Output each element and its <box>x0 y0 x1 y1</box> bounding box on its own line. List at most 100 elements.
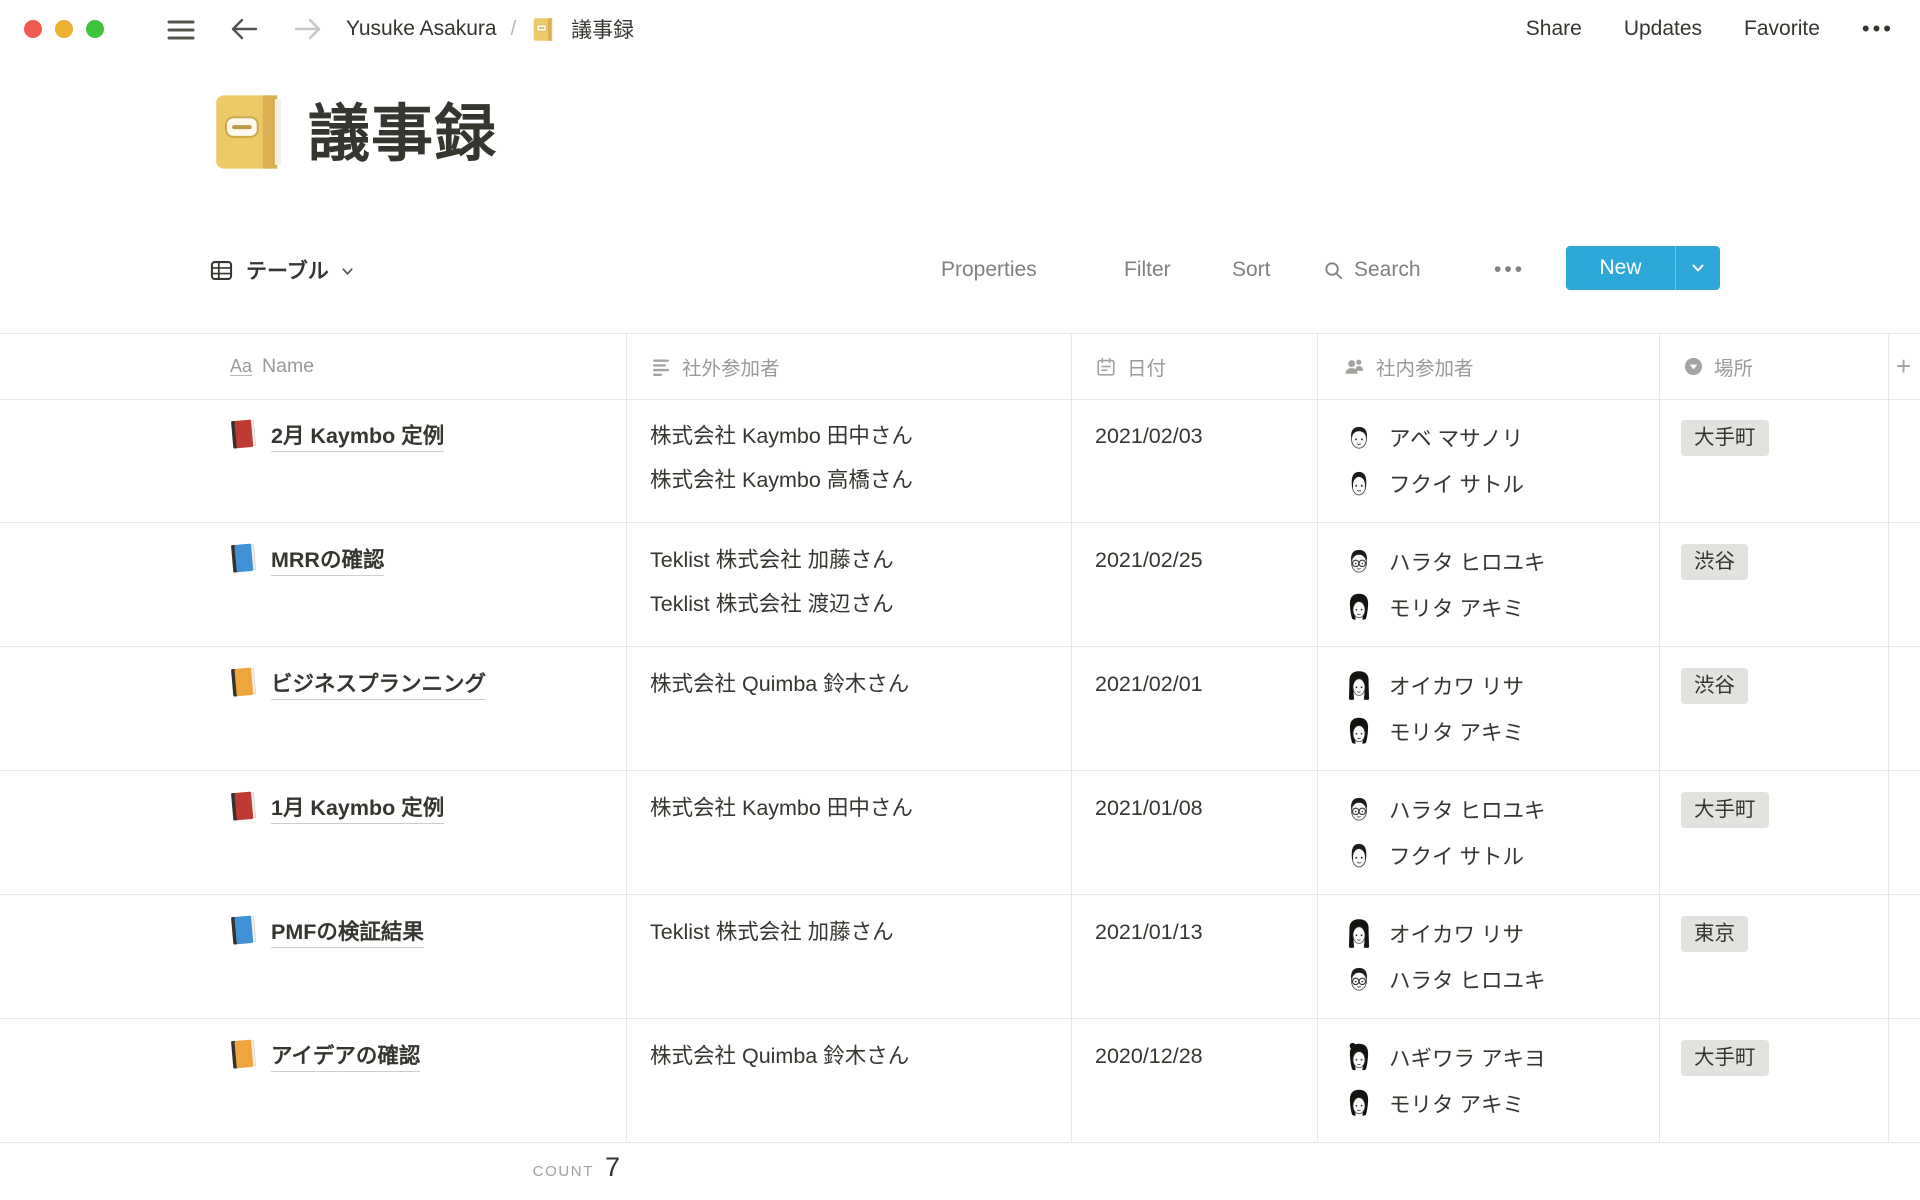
person-name: モリタ アキミ <box>1389 592 1524 623</box>
topbar-actions: Share Updates Favorite ••• <box>1526 0 1894 58</box>
name-cell[interactable]: MRRの確認 <box>228 540 384 576</box>
location-cell[interactable]: 渋谷 <box>1681 544 1748 580</box>
date-cell[interactable]: 2021/02/03 <box>1095 424 1203 449</box>
breadcrumb-user[interactable]: Yusuke Asakura <box>346 17 497 41</box>
column-label: 日付 <box>1127 352 1166 381</box>
date-cell[interactable]: 2021/02/25 <box>1095 548 1203 573</box>
external-participant: 株式会社 Kaymbo 田中さん <box>650 422 913 451</box>
sidebar-menu-icon[interactable] <box>166 17 196 43</box>
page-link[interactable]: PMFの検証結果 <box>271 915 424 948</box>
person-entry: モリタ アキミ <box>1342 588 1545 626</box>
table-header: Aa Name 社外参加者 日付 社内参加者 場所 + <box>0 333 1920 400</box>
name-cell[interactable]: ビジネスプランニング <box>228 664 486 700</box>
search-label: Search <box>1354 258 1421 282</box>
breadcrumb-page[interactable]: 議事録 <box>571 14 634 44</box>
person-name: フクイ サトル <box>1389 840 1524 871</box>
internal-participants-cell[interactable]: アベ マサノリ フクイ サトル <box>1342 418 1524 510</box>
page-link[interactable]: MRRの確認 <box>271 543 384 576</box>
person-entry: ハラタ ヒロユキ <box>1342 542 1545 580</box>
person-name: ハラタ ヒロユキ <box>1389 964 1545 995</box>
share-button[interactable]: Share <box>1526 17 1582 41</box>
page-link[interactable]: 1月 Kaymbo 定例 <box>271 791 444 824</box>
man-glasses-avatar <box>1342 544 1376 578</box>
traffic-light-minimize[interactable] <box>55 20 73 38</box>
man-glasses-avatar <box>1342 962 1376 996</box>
red-book-icon <box>227 417 260 451</box>
favorite-button[interactable]: Favorite <box>1744 17 1820 41</box>
date-cell[interactable]: 2020/12/28 <box>1095 1044 1203 1069</box>
table-row: ビジネスプランニング 株式会社 Quimba 鈴木さん 2021/02/01 オ… <box>0 646 1920 771</box>
calendar-icon <box>1095 356 1117 378</box>
new-dropdown-chevron-icon[interactable] <box>1676 260 1720 276</box>
internal-participants-cell[interactable]: オイカワ リサ ハラタ ヒロユキ <box>1342 914 1545 1006</box>
internal-participants-cell[interactable]: ハギワラ アキヨ モリタ アキミ <box>1342 1038 1545 1130</box>
add-column-button[interactable]: + <box>1896 334 1911 399</box>
page-icon[interactable] <box>204 88 292 176</box>
page-title[interactable]: 議事録 <box>308 92 497 178</box>
view-more-icon[interactable]: ••• <box>1494 259 1525 280</box>
person-name: フクイ サトル <box>1389 468 1524 499</box>
external-participants-cell[interactable]: Teklist 株式会社 加藤さん Teklist 株式会社 渡辺さん <box>650 546 894 634</box>
new-button[interactable]: New <box>1566 246 1720 290</box>
external-participants-cell[interactable]: 株式会社 Kaymbo 田中さん <box>650 794 913 838</box>
more-options-icon[interactable]: ••• <box>1862 18 1894 40</box>
updates-button[interactable]: Updates <box>1624 17 1702 41</box>
name-cell[interactable]: PMFの検証結果 <box>228 912 424 948</box>
column-header-date[interactable]: 日付 <box>1095 334 1166 399</box>
person-icon <box>1343 355 1366 378</box>
person-entry: オイカワ リサ <box>1342 666 1524 704</box>
name-cell[interactable]: 1月 Kaymbo 定例 <box>228 788 444 824</box>
column-header-location[interactable]: 場所 <box>1683 334 1753 399</box>
column-header-external[interactable]: 社外参加者 <box>650 334 780 399</box>
internal-participants-cell[interactable]: ハラタ ヒロユキ フクイ サトル <box>1342 790 1545 882</box>
column-label: Name <box>262 355 314 378</box>
location-cell[interactable]: 渋谷 <box>1681 668 1748 704</box>
person-entry: モリタ アキミ <box>1342 712 1524 750</box>
location-tag: 渋谷 <box>1681 544 1748 580</box>
person-entry: アベ マサノリ <box>1342 418 1524 456</box>
page-link[interactable]: アイデアの確認 <box>271 1039 420 1072</box>
new-button-label[interactable]: New <box>1566 256 1675 280</box>
view-selector[interactable]: テーブル <box>208 248 355 292</box>
back-arrow-icon[interactable] <box>228 14 260 44</box>
red-book-icon <box>227 789 260 823</box>
page-link[interactable]: ビジネスプランニング <box>271 667 486 700</box>
breadcrumb-separator: / <box>511 18 517 41</box>
forward-arrow-icon[interactable] <box>292 14 324 44</box>
internal-participants-cell[interactable]: ハラタ ヒロユキ モリタ アキミ <box>1342 542 1545 634</box>
location-tag: 東京 <box>1681 916 1748 952</box>
name-cell[interactable]: 2月 Kaymbo 定例 <box>228 416 444 452</box>
person-entry: ハギワラ アキヨ <box>1342 1038 1545 1076</box>
internal-participants-cell[interactable]: オイカワ リサ モリタ アキミ <box>1342 666 1524 758</box>
properties-button[interactable]: Properties <box>941 258 1037 282</box>
orange-book-icon <box>227 1037 260 1071</box>
external-participant: 株式会社 Quimba 鈴木さん <box>650 670 909 699</box>
table-row: 2月 Kaymbo 定例 株式会社 Kaymbo 田中さん 株式会社 Kaymb… <box>0 398 1920 523</box>
date-cell[interactable]: 2021/01/13 <box>1095 920 1203 945</box>
date-cell[interactable]: 2021/02/01 <box>1095 672 1203 697</box>
external-participants-cell[interactable]: 株式会社 Quimba 鈴木さん <box>650 670 909 714</box>
traffic-light-close[interactable] <box>24 20 42 38</box>
count-label: COUNT <box>533 1163 594 1180</box>
text-icon <box>650 356 672 378</box>
location-cell[interactable]: 大手町 <box>1681 792 1769 828</box>
external-participants-cell[interactable]: 株式会社 Kaymbo 田中さん 株式会社 Kaymbo 高橋さん <box>650 422 913 510</box>
count-footer[interactable]: COUNT 7 <box>370 1152 620 1183</box>
location-cell[interactable]: 大手町 <box>1681 420 1769 456</box>
sort-button[interactable]: Sort <box>1232 258 1271 282</box>
filter-button[interactable]: Filter <box>1124 258 1171 282</box>
column-header-internal[interactable]: 社内参加者 <box>1343 334 1474 399</box>
person-name: アベ マサノリ <box>1389 422 1523 453</box>
person-name: オイカワ リサ <box>1389 918 1524 949</box>
location-cell[interactable]: 大手町 <box>1681 1040 1769 1076</box>
person-name: モリタ アキミ <box>1389 1088 1524 1119</box>
name-cell[interactable]: アイデアの確認 <box>228 1036 420 1072</box>
column-header-name[interactable]: Aa Name <box>230 334 314 399</box>
search-button[interactable]: Search <box>1322 248 1421 292</box>
date-cell[interactable]: 2021/01/08 <box>1095 796 1203 821</box>
external-participants-cell[interactable]: Teklist 株式会社 加藤さん <box>650 918 894 962</box>
location-cell[interactable]: 東京 <box>1681 916 1748 952</box>
traffic-light-zoom[interactable] <box>86 20 104 38</box>
page-link[interactable]: 2月 Kaymbo 定例 <box>271 419 444 452</box>
external-participants-cell[interactable]: 株式会社 Quimba 鈴木さん <box>650 1042 909 1086</box>
